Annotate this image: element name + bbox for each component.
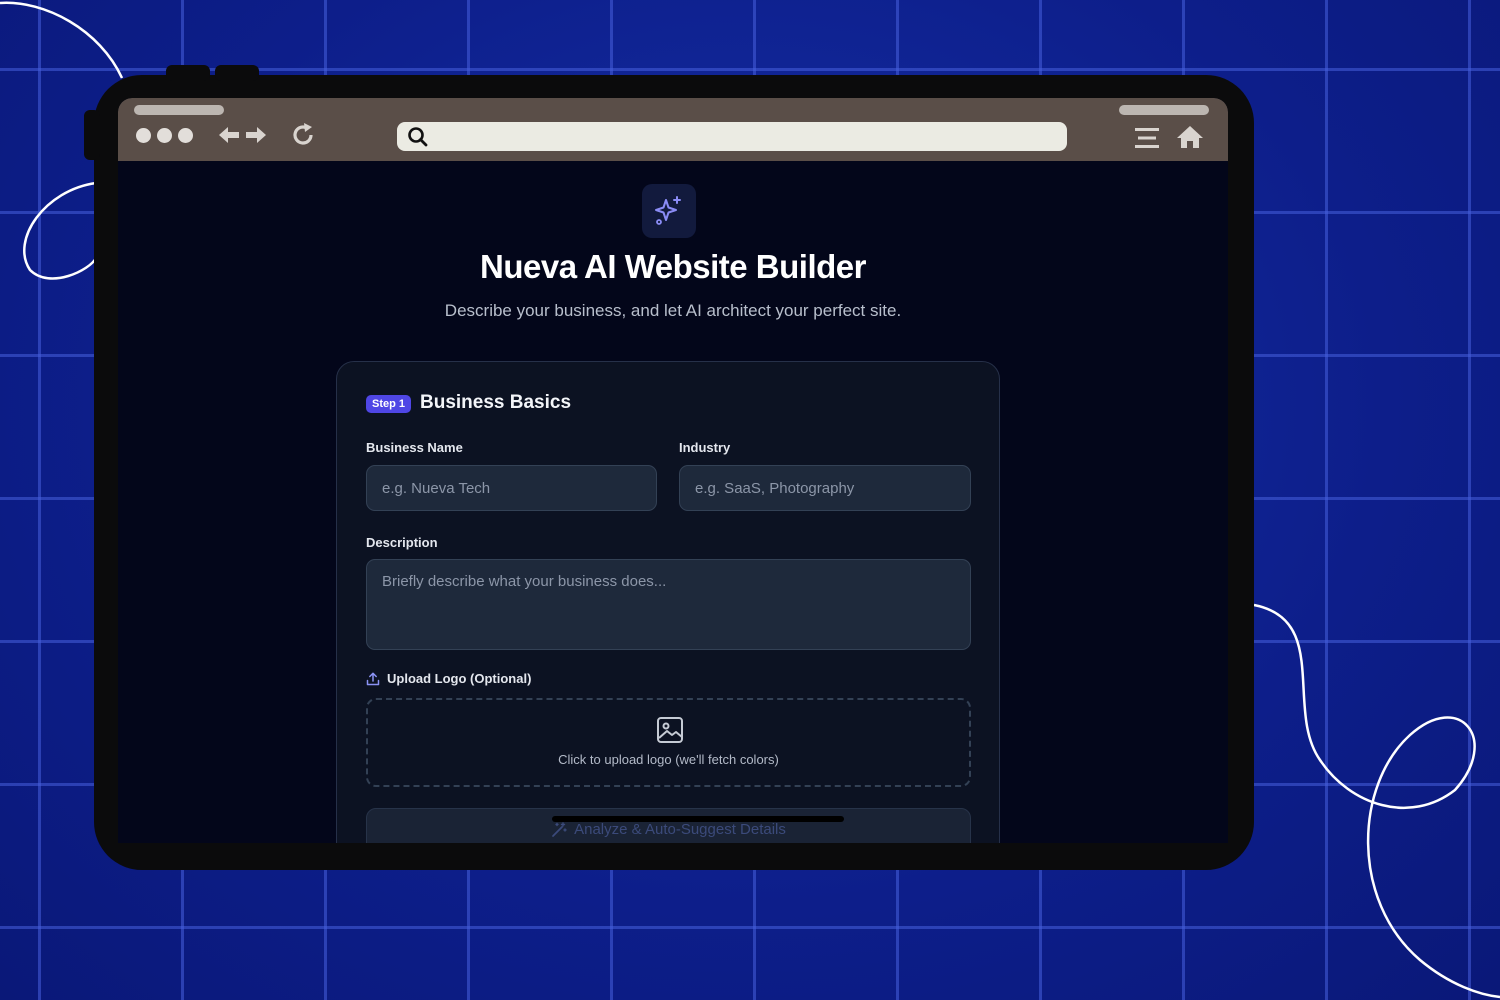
tablet-side-button (84, 110, 100, 160)
industry-label: Industry (679, 440, 731, 455)
search-icon (408, 127, 428, 147)
description-label: Description (366, 535, 438, 550)
forward-arrow-icon[interactable] (244, 125, 268, 145)
page-subtitle: Describe your business, and let AI archi… (444, 301, 902, 320)
analyze-button[interactable]: Analyze & Auto-Suggest Details (366, 808, 971, 843)
tablet-frame: Nueva AI Website Builder Describe your b… (84, 65, 1254, 870)
wand-icon (552, 821, 567, 837)
window-dots[interactable] (136, 128, 193, 143)
business-basics-card: Step 1 Business Basics Business Name e.g… (336, 361, 1000, 843)
business-name-label: Business Name (366, 440, 463, 455)
description-textarea[interactable]: Briefly describe what your business does… (366, 559, 971, 650)
section-title: Business Basics (420, 392, 572, 413)
dropzone-hint: Click to upload logo (we'll fetch colors… (558, 752, 779, 767)
image-icon (657, 717, 683, 743)
menu-icon[interactable] (1134, 126, 1160, 150)
page-title: Nueva AI Website Builder (480, 248, 866, 285)
upload-logo-label: Upload Logo (Optional) (366, 671, 531, 686)
tablet-top-button (166, 65, 210, 81)
decor-curve-top-left (0, 1, 124, 79)
address-bar[interactable] (397, 122, 1067, 151)
upload-icon (366, 672, 380, 685)
business-name-input[interactable]: e.g. Nueva Tech (366, 465, 657, 511)
logo-dropzone[interactable]: Click to upload logo (we'll fetch colors… (366, 698, 971, 787)
back-arrow-icon[interactable] (217, 125, 241, 145)
reload-icon[interactable] (291, 122, 317, 148)
toolbar-pill-left (134, 105, 224, 115)
tablet-top-button (215, 65, 259, 81)
decor-curve-right (1253, 603, 1500, 999)
home-indicator (552, 816, 844, 822)
tablet-screen: Nueva AI Website Builder Describe your b… (118, 98, 1228, 843)
window-dot (178, 128, 193, 143)
step-badge: Step 1 (366, 395, 412, 413)
upload-logo-text: Upload Logo (Optional) (387, 671, 532, 686)
browser-toolbar (118, 98, 1228, 161)
app-logo (642, 184, 696, 238)
window-dot (136, 128, 151, 143)
window-dot (157, 128, 172, 143)
home-icon[interactable] (1175, 124, 1205, 150)
industry-input[interactable]: e.g. SaaS, Photography (679, 465, 971, 511)
analyze-button-label: Analyze & Auto-Suggest Details (574, 821, 786, 838)
toolbar-pill-right (1119, 105, 1209, 115)
decor-loop-left (23, 181, 98, 280)
sparkles-icon (655, 196, 681, 225)
